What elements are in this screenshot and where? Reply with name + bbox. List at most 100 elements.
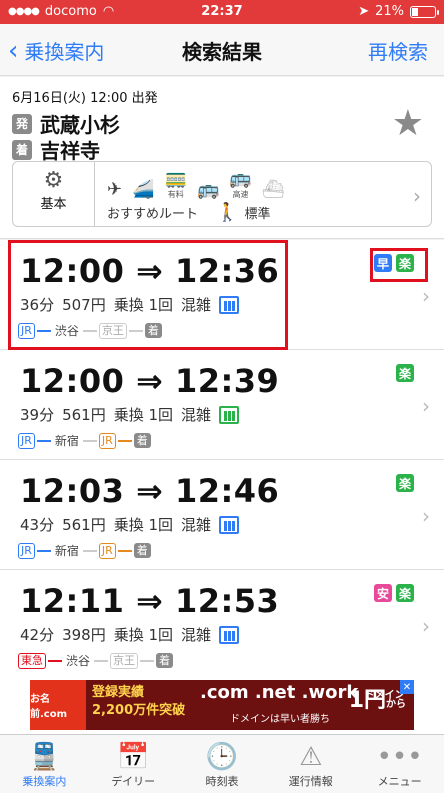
route-duration: 43分 xyxy=(20,516,55,534)
train-icon: 🚆 xyxy=(28,742,61,772)
line-badge: 京王 xyxy=(110,652,139,669)
search-options[interactable]: ⚙ 基本 ✈ 🚄 🚃 有料 🚌 🚌 高速 ⛴ おすすめルート 🚶 標準 › xyxy=(12,161,432,227)
route-duration: 36分 xyxy=(20,296,55,314)
bus-icon: 🚌 xyxy=(196,179,220,200)
route-badge: 楽 xyxy=(396,474,414,492)
ad-logo: お名前.com xyxy=(30,680,86,730)
route-times: 12:11 ⇒ 12:53 xyxy=(20,582,280,620)
research-button[interactable]: 再検索 xyxy=(368,36,428,65)
highway-bus-icon: 🚌 高速 xyxy=(229,168,252,199)
chevron-right-icon: › xyxy=(422,504,430,528)
to-tag: 着 xyxy=(12,139,32,160)
tab-label: 乗換案内 xyxy=(22,775,67,788)
tab-menu[interactable]: ••• メニュー xyxy=(355,735,444,793)
line-segment xyxy=(82,329,97,332)
tab-label: デイリー xyxy=(111,775,156,788)
line-segment xyxy=(94,659,109,662)
clock-icon: 🕒 xyxy=(205,742,239,772)
route-badge: 安 xyxy=(374,584,392,602)
ad-domain-list: .com .net .work xyxy=(200,682,359,703)
tab-label: メニュー xyxy=(377,775,422,788)
chevron-right-icon: › xyxy=(422,614,430,638)
crowd-icon xyxy=(219,625,240,644)
warning-icon: ⚠ xyxy=(299,742,323,772)
route-badge: 楽 xyxy=(396,584,414,602)
route-transfer: 乗換 1回 xyxy=(113,406,174,424)
line-badge: 東急 xyxy=(18,652,46,669)
route-path: 東急 渋谷 京王 着 xyxy=(18,652,174,669)
tab-bar: 🚆 乗換案内 📅 デイリー 🕒 時刻表 ⚠ 運行情報 ••• メニュー xyxy=(0,734,444,793)
route-meta: 43分 561円 乗換 1回 混雑 xyxy=(20,514,240,535)
tab-label: 運行情報 xyxy=(288,775,333,788)
route-item[interactable]: 12:11 ⇒ 12:53 42分 398円 乗換 1回 混雑 東急 渋谷 京王 着 安楽 › xyxy=(0,570,444,680)
route-meta: 42分 398円 乗換 1回 混雑 xyxy=(20,624,240,645)
route-item[interactable]: 12:03 ⇒ 12:46 43分 561円 乗換 1回 混雑 JR 新宿 JR 着 楽 › xyxy=(0,460,444,570)
route-item[interactable]: 12:00 ⇒ 12:39 39分 561円 乗換 1回 混雑 JR 新宿 JR 着 楽 › xyxy=(0,350,444,460)
transfer-station: 新宿 xyxy=(54,544,79,558)
tab-service-info[interactable]: ⚠ 運行情報 xyxy=(266,735,355,793)
ad-price: 1円から xyxy=(349,682,406,714)
location-icon: ➤ xyxy=(358,4,370,19)
route-badges: 安楽 xyxy=(374,584,414,602)
route-transfer: 乗換 1回 xyxy=(113,626,174,644)
line-badge: JR xyxy=(18,322,35,339)
battery-icon xyxy=(410,5,439,18)
favorite-star-icon[interactable]: ★ xyxy=(392,103,424,144)
route-transfer: 乗換 1回 xyxy=(113,516,174,534)
ad-mid: 登録実績 2,200万件突破 xyxy=(92,684,185,720)
transfer-station: 渋谷 xyxy=(66,654,91,668)
route-badges: 早楽 xyxy=(374,254,414,272)
chevron-right-icon: › xyxy=(422,284,430,308)
crowd-icon xyxy=(219,405,240,424)
ad-banner[interactable]: お名前.com 登録実績 2,200万件突破 .com .net .work ド… xyxy=(0,676,444,734)
gear-icon: ⚙ xyxy=(43,168,64,193)
status-bar: ●●●● docomo ◠ 22:37 ➤ 21% xyxy=(0,0,444,24)
line-badge: 京王 xyxy=(98,322,127,339)
tab-transit[interactable]: 🚆 乗換案内 xyxy=(0,735,89,793)
route-badge: 早 xyxy=(374,254,392,272)
line-segment xyxy=(36,549,51,552)
tab-timetable[interactable]: 🕒 時刻表 xyxy=(178,735,267,793)
airplane-icon: ✈ xyxy=(107,179,123,200)
tab-daily[interactable]: 📅 デイリー xyxy=(89,735,178,793)
to-station: 着 吉祥寺 xyxy=(12,135,100,164)
route-duration: 42分 xyxy=(20,626,55,644)
base-settings[interactable]: ⚙ 基本 xyxy=(13,162,95,226)
status-right: ➤ 21% xyxy=(358,4,439,19)
walk-speed: 🚶 標準 xyxy=(216,202,270,223)
route-badge: 楽 xyxy=(396,364,414,382)
route-fare: 507円 xyxy=(62,296,106,314)
route-badges: 楽 xyxy=(396,364,414,382)
from-tag: 発 xyxy=(12,113,32,134)
ad-inner[interactable]: お名前.com 登録実績 2,200万件突破 .com .net .work ド… xyxy=(30,680,414,730)
transfer-station: 新宿 xyxy=(54,434,79,448)
route-path: JR 新宿 JR 着 xyxy=(18,542,151,559)
route-fare: 398円 xyxy=(62,626,106,644)
ad-close-icon[interactable]: ✕ xyxy=(400,680,414,694)
express-train-icon: 🚃 有料 xyxy=(164,168,187,199)
to-station-name: 吉祥寺 xyxy=(40,139,100,163)
ferry-icon: ⛴ xyxy=(261,179,285,200)
walking-icon: 🚶 xyxy=(216,202,239,223)
route-crowd: 混雑 xyxy=(181,516,212,534)
crowd-icon xyxy=(219,515,240,534)
line-badge: JR xyxy=(18,542,35,559)
line-segment xyxy=(117,439,132,442)
route-duration: 39分 xyxy=(20,406,55,424)
route-path: JR 渋谷 京王 着 xyxy=(18,322,162,339)
route-crowd: 混雑 xyxy=(181,626,212,644)
line-segment xyxy=(82,439,97,442)
more-icon: ••• xyxy=(376,742,423,772)
route-fare: 561円 xyxy=(62,406,106,424)
ad-price-value: 1円 xyxy=(348,688,386,713)
route-path: JR 新宿 JR 着 xyxy=(18,432,151,449)
route-prefs: おすすめルート 🚶 標準 xyxy=(107,202,270,223)
from-station: 発 武蔵小杉 xyxy=(12,109,120,138)
route-item[interactable]: 12:00 ⇒ 12:36 36分 507円 乗換 1回 混雑 JR 渋谷 京王 着 早楽 › xyxy=(0,240,444,350)
route-times: 12:00 ⇒ 12:36 xyxy=(20,252,280,290)
route-fare: 561円 xyxy=(62,516,106,534)
line-segment xyxy=(82,549,97,552)
walk-speed-label: 標準 xyxy=(244,207,271,222)
shinkansen-icon: 🚄 xyxy=(132,179,155,200)
route-badges: 楽 xyxy=(396,474,414,492)
